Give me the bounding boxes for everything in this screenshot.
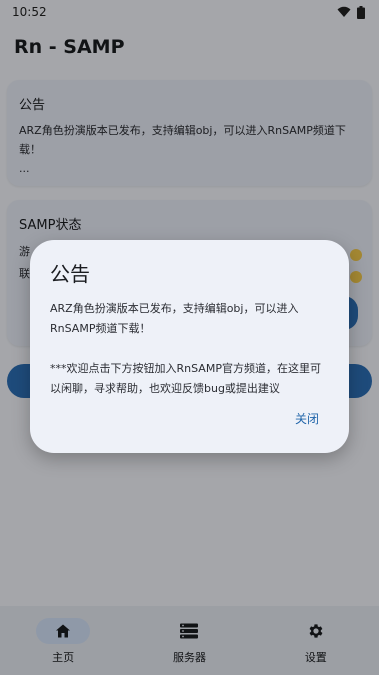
dialog-title: 公告	[50, 262, 90, 286]
dialog-body: ARZ角色扮演版本已发布，支持编辑obj，可以进入RnSAMP频道下载！ ***…	[50, 302, 321, 395]
announcement-dialog: 公告 ARZ角色扮演版本已发布，支持编辑obj，可以进入RnSAMP频道下载！ …	[30, 240, 349, 453]
close-button[interactable]: 关闭	[289, 406, 325, 431]
